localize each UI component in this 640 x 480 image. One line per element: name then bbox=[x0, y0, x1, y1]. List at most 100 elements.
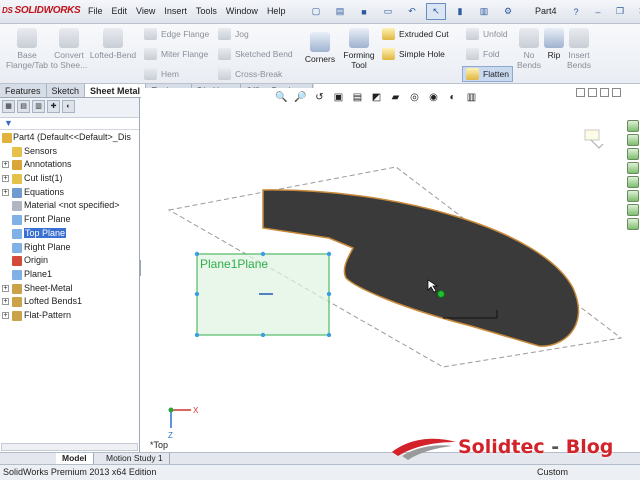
tree-item[interactable]: + Sheet-Metal bbox=[0, 282, 139, 296]
base-flange-button[interactable]: Base Flange/Tab bbox=[4, 28, 50, 70]
expand-icon[interactable]: + bbox=[2, 175, 9, 183]
miter-flange-button[interactable]: Miter Flange bbox=[144, 48, 208, 60]
menu-edit[interactable]: Edit bbox=[112, 6, 128, 16]
edge-flange-button[interactable]: Edge Flange bbox=[144, 28, 209, 40]
insert-bends-button[interactable]: Insert Bends bbox=[564, 28, 594, 70]
save-icon[interactable]: ■ bbox=[354, 3, 374, 20]
forming-tool-button[interactable]: Forming Tool bbox=[340, 28, 378, 70]
model-canvas[interactable]: Plane1Plane X Z bbox=[141, 88, 627, 454]
menu-file[interactable]: File bbox=[88, 6, 103, 16]
tree-item[interactable]: Origin bbox=[0, 254, 139, 268]
tree-item[interactable]: Part4 (Default<<Default>_Dis bbox=[0, 131, 139, 145]
dimxpert-manager-icon[interactable]: ✚ bbox=[47, 100, 60, 113]
select-icon[interactable]: ↖ bbox=[426, 3, 446, 20]
appearances-icon[interactable] bbox=[627, 190, 639, 202]
display-style-icon[interactable]: ▰ bbox=[388, 90, 403, 105]
tree-item[interactable]: + Equations bbox=[0, 186, 139, 200]
expand-icon[interactable]: + bbox=[2, 161, 9, 169]
viewport-restore-icon[interactable] bbox=[588, 88, 597, 97]
sketched-bend-button[interactable]: Sketched Bend bbox=[218, 48, 293, 60]
file-properties-icon[interactable]: ▥ bbox=[474, 3, 494, 20]
tree-item[interactable]: Material <not specified> bbox=[0, 199, 139, 213]
tree-item[interactable]: + Lofted Bends1 bbox=[0, 295, 139, 309]
lofted-bend-button[interactable]: Lofted-Bend bbox=[88, 28, 138, 60]
simple-hole-button[interactable]: Simple Hole bbox=[382, 48, 445, 60]
dynamic-annotation-icon[interactable]: ▤ bbox=[350, 90, 365, 105]
view-orientation-icon[interactable]: ◩ bbox=[369, 90, 384, 105]
zoom-to-area-icon[interactable]: 🔎 bbox=[293, 90, 308, 105]
zoom-to-fit-icon[interactable]: 🔍 bbox=[274, 90, 289, 105]
print-icon[interactable]: ▭ bbox=[378, 3, 398, 20]
previous-view-icon[interactable]: ↺ bbox=[312, 90, 327, 105]
tab-model[interactable]: Model bbox=[56, 453, 94, 464]
feature-tree-icon[interactable]: ▦ bbox=[2, 100, 15, 113]
filter-icon[interactable]: ▼ bbox=[0, 118, 139, 130]
unfold-button[interactable]: Unfold bbox=[466, 28, 508, 40]
tree-item[interactable]: Top Plane bbox=[0, 227, 139, 241]
jog-button[interactable]: Jog bbox=[218, 28, 249, 40]
solidworks-forum-icon[interactable] bbox=[627, 218, 639, 230]
viewport-minimize-icon[interactable] bbox=[576, 88, 585, 97]
apply-scene-icon[interactable]: ◐ bbox=[445, 90, 460, 105]
convert-to-sheet-metal-button[interactable]: Convert to Shee... bbox=[50, 28, 88, 70]
tab-sheet-metal[interactable]: Sheet Metal bbox=[85, 84, 147, 97]
units-selector[interactable]: Custom bbox=[537, 465, 568, 480]
extruded-cut-button[interactable]: Extruded Cut bbox=[382, 28, 449, 40]
expand-icon[interactable]: + bbox=[2, 311, 9, 319]
close-icon[interactable]: ✕ bbox=[632, 3, 640, 20]
help-icon[interactable]: ? bbox=[566, 3, 586, 20]
fold-button[interactable]: Fold bbox=[466, 48, 500, 60]
hide-show-items-icon[interactable]: ◎ bbox=[407, 90, 422, 105]
viewport-close-icon[interactable] bbox=[612, 88, 621, 97]
view-palette-icon[interactable] bbox=[627, 176, 639, 188]
property-manager-icon[interactable]: ▤ bbox=[17, 100, 30, 113]
solidworks-logo[interactable]: DS SOLIDWORKS bbox=[2, 5, 81, 16]
tab-sketch[interactable]: Sketch bbox=[47, 84, 86, 97]
menu-tools[interactable]: Tools bbox=[196, 6, 217, 16]
custom-properties-icon[interactable] bbox=[627, 204, 639, 216]
options-icon[interactable]: ⚙ bbox=[498, 3, 518, 20]
expand-icon[interactable]: + bbox=[2, 284, 9, 292]
restore-icon[interactable]: ❐ bbox=[610, 3, 630, 20]
rip-button[interactable]: Rip bbox=[544, 28, 564, 60]
menu-insert[interactable]: Insert bbox=[164, 6, 187, 16]
search-icon[interactable] bbox=[627, 162, 639, 174]
menu-window[interactable]: Window bbox=[226, 6, 258, 16]
view-settings-icon[interactable]: ▥ bbox=[464, 90, 479, 105]
tree-item[interactable]: Sensors bbox=[0, 145, 139, 159]
tree-item[interactable]: + Cut list(1) bbox=[0, 172, 139, 186]
tree-item[interactable]: + Annotations bbox=[0, 158, 139, 172]
fixed-face-marker[interactable] bbox=[437, 290, 445, 298]
tree-item[interactable]: Plane1 bbox=[0, 268, 139, 282]
tab-motion-study[interactable]: Motion Study 1 bbox=[100, 453, 170, 464]
flatten-button[interactable]: Flatten bbox=[462, 66, 513, 82]
viewport-maximize-icon[interactable] bbox=[600, 88, 609, 97]
cross-break-button[interactable]: Cross-Break bbox=[218, 68, 282, 80]
horizontal-scrollbar[interactable] bbox=[1, 443, 138, 451]
display-manager-icon[interactable]: ◐ bbox=[62, 100, 75, 113]
no-bends-button[interactable]: No Bends bbox=[514, 28, 544, 70]
edit-appearance-icon[interactable]: ◉ bbox=[426, 90, 441, 105]
minimize-icon[interactable]: – bbox=[588, 3, 608, 20]
expand-icon[interactable]: + bbox=[2, 188, 9, 196]
section-view-icon[interactable]: ▣ bbox=[331, 90, 346, 105]
menu-view[interactable]: View bbox=[136, 6, 155, 16]
design-library-icon[interactable] bbox=[627, 134, 639, 146]
tree-item[interactable]: Front Plane bbox=[0, 213, 139, 227]
menu-bar: File Edit View Insert Tools Window Help bbox=[88, 6, 285, 16]
graphics-viewport[interactable]: Plane1Plane X Z 🔍 🔎 ↺ ▣ ▤ ◩ ▰ ◎ ◉ ◐ ▥ bbox=[141, 88, 627, 454]
open-file-icon[interactable]: ▤ bbox=[330, 3, 350, 20]
menu-help[interactable]: Help bbox=[267, 6, 286, 16]
tab-features[interactable]: Features bbox=[0, 84, 47, 97]
expand-icon[interactable]: + bbox=[2, 298, 9, 306]
corners-button[interactable]: Corners bbox=[302, 32, 338, 64]
resources-icon[interactable] bbox=[627, 120, 639, 132]
new-file-icon[interactable]: ▢ bbox=[306, 3, 326, 20]
undo-icon[interactable]: ↶ bbox=[402, 3, 422, 20]
configuration-manager-icon[interactable]: ▥ bbox=[32, 100, 45, 113]
tree-item[interactable]: Right Plane bbox=[0, 241, 139, 255]
tree-item[interactable]: + Flat-Pattern bbox=[0, 309, 139, 323]
rebuild-icon[interactable]: ▮ bbox=[450, 3, 470, 20]
hem-button[interactable]: Hem bbox=[144, 68, 179, 80]
file-explorer-icon[interactable] bbox=[627, 148, 639, 160]
